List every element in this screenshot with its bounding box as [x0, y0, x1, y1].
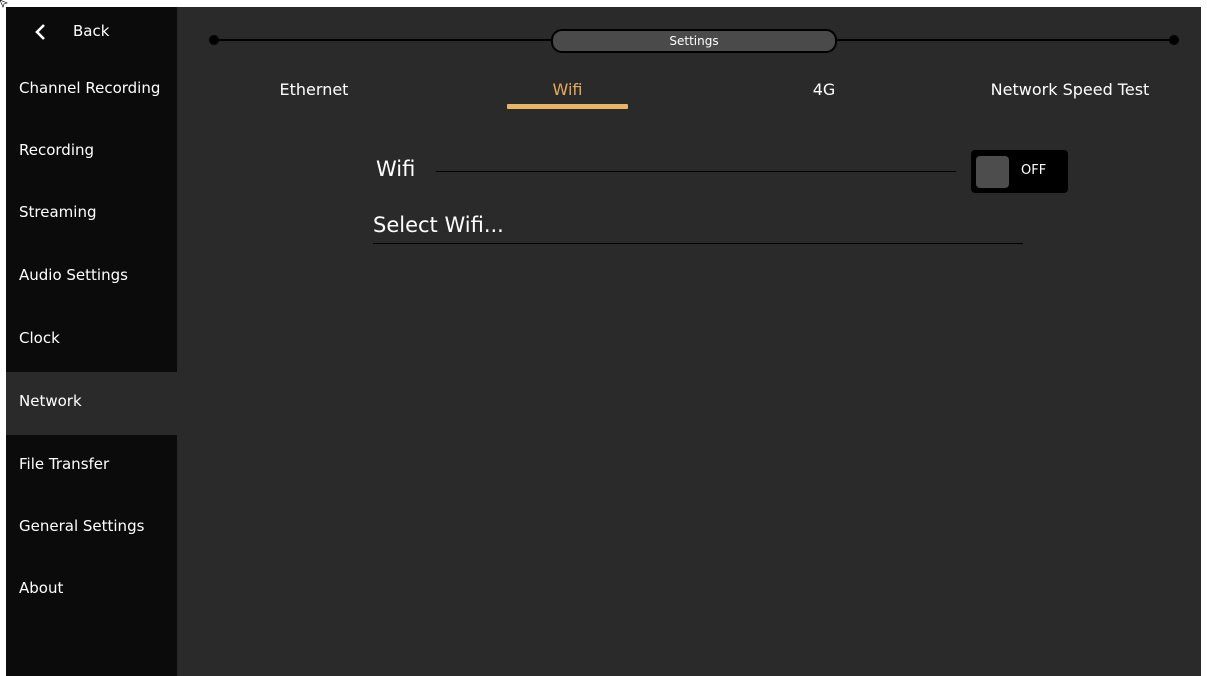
sidebar-item-label: Recording [19, 141, 95, 159]
sidebar-item-label: Network [19, 392, 82, 410]
tab-4g[interactable]: 4G [764, 80, 884, 112]
sidebar-item-network[interactable]: Network [6, 372, 177, 435]
sidebar-item-general-settings[interactable]: General Settings [6, 497, 177, 559]
select-wifi-underline [373, 243, 1023, 244]
sidebar-item-recording[interactable]: Recording [6, 121, 177, 183]
sidebar-item-label: Clock [19, 329, 60, 347]
page-title: Settings [551, 29, 837, 53]
back-label: Back [73, 22, 110, 40]
select-wifi-field[interactable]: Select Wifi... [373, 213, 1023, 243]
wifi-label: Wifi [376, 157, 416, 181]
settings-screen: Back Channel Recording Recording Streami… [6, 7, 1201, 676]
tab-ethernet[interactable]: Ethernet [254, 80, 374, 112]
mouse-cursor-icon [0, 0, 8, 8]
sidebar-item-audio-settings[interactable]: Audio Settings [6, 246, 177, 308]
chevron-left-icon [35, 24, 45, 40]
sidebar-item-streaming[interactable]: Streaming [6, 183, 177, 245]
header-rule-end-dot [209, 35, 219, 45]
back-button[interactable]: Back [6, 7, 177, 59]
active-tab-indicator [507, 104, 628, 109]
sidebar-item-channel-recording[interactable]: Channel Recording [6, 59, 177, 121]
sidebar-item-label: About [19, 579, 64, 597]
wifi-toggle[interactable]: OFF [971, 150, 1068, 193]
header-rule-end-dot [1169, 35, 1179, 45]
sidebar-item-label: General Settings [19, 517, 145, 535]
sidebar-item-label: Streaming [19, 203, 97, 221]
wifi-divider [436, 171, 956, 172]
tab-network-speed-test[interactable]: Network Speed Test [976, 80, 1164, 112]
sidebar-item-label: Channel Recording [19, 79, 161, 97]
sidebar-item-file-transfer[interactable]: File Transfer [6, 435, 177, 497]
sidebar-item-clock[interactable]: Clock [6, 309, 177, 371]
toggle-knob [976, 156, 1009, 188]
sidebar-item-label: Audio Settings [19, 266, 128, 284]
toggle-state-label: OFF [1021, 163, 1047, 178]
sidebar-item-label: File Transfer [19, 455, 110, 473]
sidebar-item-about[interactable]: About [6, 559, 177, 621]
sidebar: Back Channel Recording Recording Streami… [6, 7, 177, 676]
